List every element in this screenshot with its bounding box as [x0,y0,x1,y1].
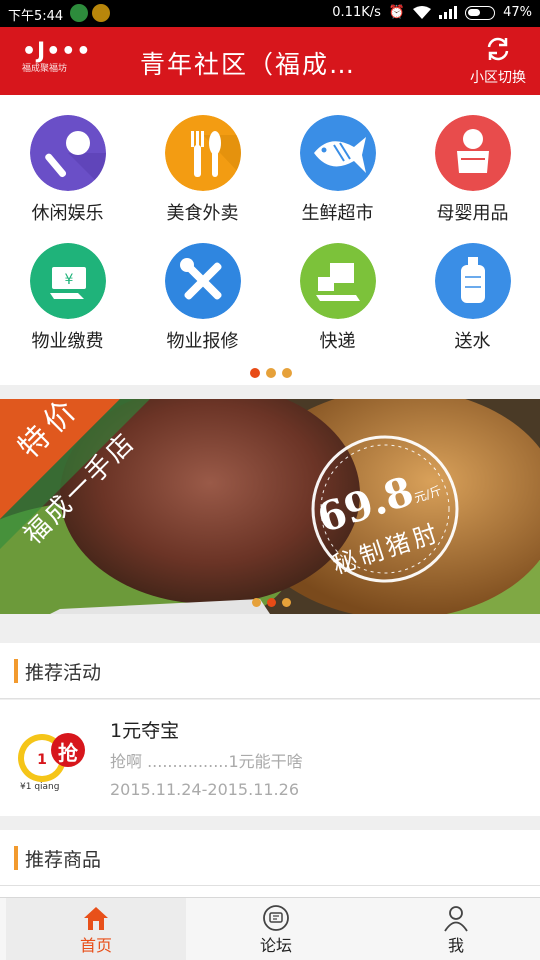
recommend-activity-header: 推荐活动 [0,643,540,699]
banner-price-unit: 元/斤 [412,483,444,506]
service-fresh-market[interactable]: 生鲜超市 [270,95,405,224]
app-header: •J••• 福成聚福坊 青年社区（福成… 小区切换 [0,27,540,95]
service-label: 物业缴费 [31,331,104,352]
chat-icon [263,905,289,931]
logo-text: 福成聚福坊 [22,64,68,74]
status-right: 0.11K/s ⏰ 47% [332,5,532,20]
refresh-icon [487,37,509,61]
section-title: 推荐活动 [25,662,102,684]
activity-item[interactable]: 1 抢 ¥1 qiang 1元夺宝 抢啊 ................1元能… [0,700,540,816]
brand-logo: •J••• 福成聚福坊 [22,39,92,75]
section-accent-bar [14,846,18,870]
recommend-goods-header: 推荐商品 [0,830,540,886]
service-label: 快递 [319,331,356,352]
service-grid: 休闲娱乐 美食外卖 生鲜超市 母婴用品 ¥ 物业缴费 物业报修 快递 送水 [0,95,540,385]
section-accent-bar [14,659,18,683]
section-title: 推荐商品 [25,849,102,871]
service-label: 母婴用品 [436,203,509,224]
status-bar: 下午5:44 0.11K/s ⏰ 47% [0,0,540,27]
fish-icon [300,115,376,191]
battery-icon [465,5,496,20]
community-title[interactable]: 青年社区（福成… [140,45,356,81]
service-label: 送水 [454,331,491,352]
water-bottle-icon [435,243,511,319]
tab-forum[interactable]: 论坛 [186,898,366,960]
tab-label: 我 [447,936,464,955]
app-notification-icon [92,4,110,22]
battery-level: 47% [503,5,532,20]
activity-title: 1元夺宝 [110,720,180,742]
switch-community-label: 小区切换 [470,70,526,86]
home-icon [84,907,108,930]
wifi-icon [413,6,432,19]
service-leisure[interactable]: 休闲娱乐 [0,95,135,224]
tab-home[interactable]: 首页 [6,898,186,960]
service-label: 生鲜超市 [301,203,374,224]
fork-knife-icon [165,115,241,191]
service-label: 休闲娱乐 [31,203,104,224]
tools-icon [165,243,241,319]
activity-thumbnail: 1 抢 ¥1 qiang [16,722,88,794]
money-hand-icon: ¥ [30,243,106,319]
bottom-tab-bar: 首页 论坛 我 [0,897,540,960]
activity-badge-price: ¥1 qiang [20,782,60,792]
baby-icon [435,115,511,191]
microphone-icon [30,115,106,191]
tab-me[interactable]: 我 [366,898,540,960]
service-water-delivery[interactable]: 送水 [405,223,540,352]
svg-text:¥: ¥ [65,272,74,288]
alarm-icon: ⏰ [388,5,406,20]
service-label: 美食外卖 [166,203,239,224]
service-page-indicator [250,368,292,378]
package-hand-icon [300,243,376,319]
service-express[interactable]: 快递 [270,223,405,352]
svg-text:1: 1 [37,752,47,768]
activity-badge-grab: 抢 [58,741,78,765]
notification-icon [70,4,88,22]
status-time: 下午5:44 [8,9,64,24]
service-repair[interactable]: 物业报修 [135,223,270,352]
promo-banner[interactable]: 特价 福成一手店 69.8元/斤 秘制猪肘 [0,399,540,614]
signal-icon [439,6,458,19]
service-label: 物业报修 [166,331,239,352]
tab-label: 论坛 [259,936,292,955]
service-food[interactable]: 美食外卖 [135,95,270,224]
tab-label: 首页 [79,936,112,955]
activity-description: 抢啊 ................1元能干啥 [110,752,303,771]
activity-date: 2015.11.24-2015.11.26 [110,780,299,799]
banner-page-indicator [252,598,291,607]
switch-community-button[interactable]: 小区切换 [462,35,534,87]
user-icon [444,906,468,932]
network-speed: 0.11K/s [332,5,381,20]
service-maternity[interactable]: 母婴用品 [405,95,540,224]
service-property-fee[interactable]: ¥ 物业缴费 [0,223,135,352]
